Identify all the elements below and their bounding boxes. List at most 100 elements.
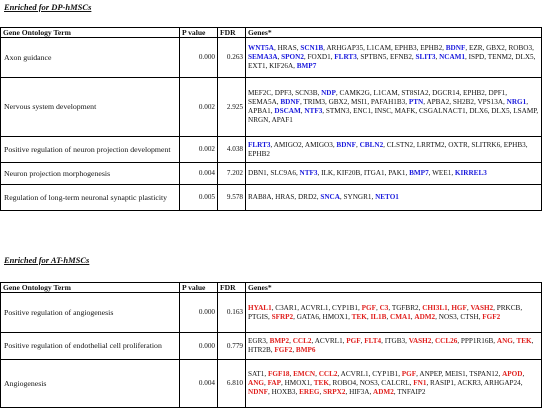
go-table-dp: Gene Ontology Term P value FDR Genes* Ax… <box>0 26 542 212</box>
gene-symbol: EPHB2 <box>420 43 443 52</box>
gene-symbol: HMOX1 <box>284 379 311 388</box>
gene-symbol: ARHGAP24 <box>483 379 521 388</box>
table-row: Axon guidance 0.000 0.263 WNT5A, HRAS, S… <box>0 37 542 79</box>
gene-symbol: SCN3B <box>295 88 318 97</box>
gene-symbol: TSPAN12 <box>469 369 499 378</box>
gene-symbol: SLC9A6 <box>270 169 296 178</box>
gene-symbol: TEK <box>313 379 329 388</box>
gene-symbol: IL1B <box>370 312 387 321</box>
gene-symbol: ILK <box>321 169 334 178</box>
fdr-value: 9.578 <box>217 184 246 212</box>
gene-symbol: KIRREL3 <box>454 169 487 178</box>
header-pvalue: P value <box>179 26 218 39</box>
gene-symbol: ROBO3 <box>508 43 533 52</box>
p-value: 0.005 <box>179 184 218 212</box>
gene-symbol: HGF <box>451 303 467 312</box>
gene-symbol: RAB8A <box>248 193 272 202</box>
gene-symbol: CLSTN2 <box>386 140 414 149</box>
gene-symbol: HIF3A <box>349 388 370 397</box>
fdr-value: 0.779 <box>217 332 246 361</box>
table-header-row: Gene Ontology Term P value FDR Genes* <box>0 281 542 294</box>
gene-symbol: NTF3 <box>299 169 318 178</box>
gene-symbol: BDNF <box>336 140 356 149</box>
gene-symbol: CCL26 <box>434 337 458 345</box>
gene-symbol: MSI1 <box>350 98 368 106</box>
fdr-value: 0.263 <box>217 37 246 79</box>
gene-symbol: RASIP1 <box>430 379 454 388</box>
gene-symbol: DLX6 <box>469 107 488 116</box>
gene-symbol: DGCR14 <box>432 88 460 97</box>
gene-symbol: PTN <box>408 98 424 106</box>
fdr-value: 0.163 <box>217 292 246 334</box>
header-fdr: FDR <box>217 281 246 294</box>
gene-symbol: EGR3 <box>248 337 266 345</box>
gene-symbol: PAK1 <box>388 169 406 178</box>
document-page: Enriched for DP-hMSCs Gene Ontology Term… <box>0 0 544 413</box>
gene-symbol: NOS3 <box>438 312 457 321</box>
fdr-value: 2.925 <box>217 77 246 138</box>
p-value: 0.004 <box>179 359 218 409</box>
gene-symbol: SFRP2 <box>271 312 294 321</box>
gene-symbol: ENC1 <box>353 107 372 116</box>
gene-list: HYAL1, C3AR1, ACVRL1, CYP1B1, PGF, C3, T… <box>245 292 542 334</box>
gene-symbol: FGF18 <box>267 369 290 378</box>
gene-symbol: DSCAM <box>274 107 301 116</box>
gene-symbol: SYNGR1 <box>343 193 372 202</box>
gene-symbol: VPS13A <box>477 98 504 106</box>
gene-symbol: ACKR3 <box>457 379 481 388</box>
go-term: Positive regulation of endothelial cell … <box>0 332 180 361</box>
gene-symbol: TRIM3 <box>303 98 325 106</box>
gene-symbol: BMP2 <box>269 337 290 345</box>
gene-symbol: PAFAH1B3 <box>370 98 406 106</box>
table-row: Positive regulation of neuron projection… <box>0 136 542 164</box>
gene-symbol: BMP7 <box>296 62 317 71</box>
p-value: 0.000 <box>179 292 218 334</box>
gene-list: EGR3, BMP2, CCL2, ACVRL1, PGF, FLT4, ITG… <box>245 332 542 361</box>
go-term: Positive regulation of angiogenesis <box>0 292 180 334</box>
gene-symbol: TGFBR2 <box>391 303 419 312</box>
go-term: Angiogenesis <box>0 359 180 409</box>
gene-symbol: SCN1B <box>300 43 324 52</box>
gene-symbol: CHI3L1 <box>422 303 448 312</box>
table-row: Regulation of long-term neuronal synapti… <box>0 184 542 212</box>
gene-symbol: TEK <box>351 312 367 321</box>
gene-symbol: TEK <box>516 337 532 345</box>
gene-symbol: SPON2 <box>281 53 304 62</box>
gene-list: WNT5A, HRAS, SCN1B, ARHGAP35, L1CAM, EPH… <box>245 37 542 79</box>
gene-symbol: KIF20B <box>336 169 361 178</box>
gene-symbol: AMIGO3 <box>304 140 333 149</box>
header-term: Gene Ontology Term <box>0 281 180 294</box>
gene-symbol: ANG <box>496 337 513 345</box>
gene-symbol: NRGN <box>248 116 269 125</box>
gene-symbol: PPP1R16B <box>460 337 494 345</box>
gene-symbol: KIF26A <box>269 62 294 71</box>
gene-symbol: EMCN <box>293 369 316 378</box>
gene-symbol: EFNB2 <box>389 53 412 62</box>
gene-symbol: ROBO4 <box>332 379 357 388</box>
gene-symbol: SRPX2 <box>323 388 346 397</box>
gene-symbol: HOXB3 <box>271 388 296 397</box>
gene-symbol: CBLN2 <box>359 140 384 149</box>
gene-symbol: CSGALNACT1 <box>418 107 466 116</box>
gene-symbol: FAP <box>267 379 282 388</box>
go-term: Axon guidance <box>0 37 180 79</box>
gene-symbol: EPHB3 <box>503 140 526 149</box>
table-row: Nervous system development 0.002 2.925 M… <box>0 77 542 138</box>
gene-symbol: HRAS <box>275 193 295 202</box>
gene-symbol: BDNF <box>445 43 466 52</box>
gene-symbol: APOD <box>502 369 523 378</box>
gene-symbol: MEIS1 <box>444 369 466 378</box>
gene-symbol: ACVRL1 <box>314 337 343 345</box>
gene-symbol: BMP7 <box>409 169 429 178</box>
gene-list: RAB8A, HRAS, DRD2, SNCA, SYNGR1, NETO1 <box>245 184 542 212</box>
gene-symbol: DPF1 <box>488 88 506 97</box>
gene-symbol: DPF3 <box>274 88 292 97</box>
header-fdr: FDR <box>217 26 246 39</box>
gene-list: DBN1, SLC9A6, NTF3, ILK, KIF20B, ITGA1, … <box>245 162 542 186</box>
gene-symbol: FGF2 <box>274 346 293 355</box>
gene-symbol: LSAMP <box>513 107 537 116</box>
p-value: 0.000 <box>179 37 218 79</box>
gene-symbol: ACVRL1 <box>300 303 329 312</box>
gene-symbol: EPHB3 <box>394 43 417 52</box>
go-table-at: Gene Ontology Term P value FDR Genes* Po… <box>0 281 542 409</box>
